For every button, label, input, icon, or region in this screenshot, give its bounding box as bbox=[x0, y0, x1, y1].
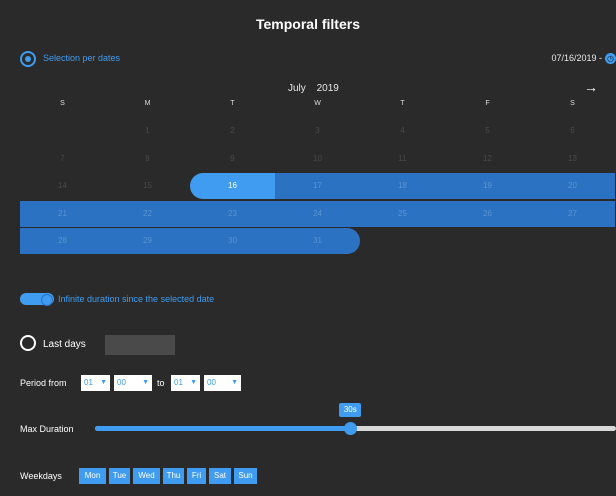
weekday-button[interactable]: Wed bbox=[133, 468, 160, 484]
caret-down-icon: ▼ bbox=[231, 379, 238, 386]
calendar-day[interactable]: 4 bbox=[360, 118, 445, 144]
calendar-day[interactable]: 25 bbox=[360, 200, 445, 227]
weekday-button[interactable]: Sun bbox=[234, 468, 257, 484]
calendar-day[interactable]: 2 bbox=[190, 118, 275, 144]
weekday-header: W bbox=[314, 100, 321, 107]
calendar-month: July bbox=[288, 83, 306, 94]
last-days-radio[interactable] bbox=[20, 335, 36, 351]
selected-date-range: 07/16/2019 - bbox=[551, 53, 602, 63]
last-days-input[interactable] bbox=[105, 335, 175, 355]
weekday-header: S bbox=[570, 100, 575, 107]
calendar-day[interactable]: 23 bbox=[190, 200, 275, 227]
page-title: Temporal filters bbox=[256, 16, 360, 32]
calendar-day[interactable]: 15 bbox=[105, 173, 190, 199]
caret-down-icon: ▼ bbox=[190, 379, 197, 386]
selection-per-dates-radio[interactable] bbox=[20, 51, 36, 67]
calendar-day[interactable]: 13 bbox=[530, 146, 615, 172]
calendar-day[interactable]: 11 bbox=[360, 146, 445, 172]
period-to-label: to bbox=[157, 378, 165, 388]
to-minute-select[interactable]: 00 ▼ bbox=[204, 375, 241, 391]
caret-down-icon: ▼ bbox=[142, 379, 149, 386]
selection-per-dates-row: Selection per dates 07/16/2019 - ◷ bbox=[20, 51, 616, 67]
from-minute-value: 00 bbox=[117, 378, 126, 387]
calendar-day[interactable]: 22 bbox=[105, 200, 190, 227]
calendar-day[interactable]: 20 bbox=[530, 173, 615, 199]
caret-down-icon: ▼ bbox=[100, 379, 107, 386]
weekday-button[interactable]: Tue bbox=[109, 468, 130, 484]
arrow-right-icon[interactable]: → bbox=[584, 79, 598, 95]
calendar-day[interactable]: 8 bbox=[105, 146, 190, 172]
calendar-day[interactable]: 12 bbox=[445, 146, 530, 172]
slider-fill bbox=[95, 426, 351, 431]
to-minute-value: 00 bbox=[207, 378, 216, 387]
weekday-header: M bbox=[144, 100, 151, 107]
weekday-button[interactable]: Thu bbox=[163, 468, 184, 484]
calendar-day[interactable]: 21 bbox=[20, 200, 105, 227]
weekday-button[interactable]: Fri bbox=[187, 468, 206, 484]
calendar-day[interactable]: 24 bbox=[275, 200, 360, 227]
weekday-header: S bbox=[60, 100, 65, 107]
calendar-day[interactable]: 10 bbox=[275, 146, 360, 172]
calendar-day[interactable]: 17 bbox=[275, 173, 360, 199]
last-days-label: Last days bbox=[43, 339, 86, 350]
weekday-button[interactable]: Sat bbox=[209, 468, 231, 484]
from-hour-select[interactable]: 01 ▼ bbox=[81, 375, 110, 391]
calendar-day[interactable]: 9 bbox=[190, 146, 275, 172]
calendar-day[interactable]: 3 bbox=[275, 118, 360, 144]
calendar-day[interactable]: 28 bbox=[20, 228, 105, 254]
calendar-day[interactable]: 26 bbox=[445, 200, 530, 227]
calendar-day[interactable]: 14 bbox=[20, 173, 105, 199]
calendar-day[interactable]: 29 bbox=[105, 228, 190, 254]
calendar-day[interactable]: 6 bbox=[530, 118, 615, 144]
calendar-year: 2019 bbox=[316, 83, 339, 94]
slider-thumb[interactable] bbox=[344, 422, 358, 435]
slider-tooltip: 30s bbox=[339, 403, 362, 417]
weekday-header: F bbox=[485, 100, 490, 107]
weekdays-label: Weekdays bbox=[20, 471, 62, 481]
from-hour-value: 01 bbox=[84, 378, 93, 387]
clock-icon[interactable]: ◷ bbox=[605, 53, 616, 64]
calendar-day[interactable]: 1 bbox=[105, 118, 190, 144]
selection-per-dates-label: Selection per dates bbox=[43, 53, 121, 63]
max-duration-label: Max Duration bbox=[20, 424, 74, 434]
weekday-header: T bbox=[230, 100, 235, 107]
calendar-day[interactable]: 19 bbox=[445, 173, 530, 199]
calendar-day[interactable]: 7 bbox=[20, 146, 105, 172]
max-duration-row: Max Duration 30s bbox=[20, 403, 616, 435]
calendar-day[interactable]: 31 bbox=[275, 228, 360, 254]
to-hour-value: 01 bbox=[174, 378, 183, 387]
calendar-day[interactable]: 16 bbox=[190, 173, 275, 199]
weekday-button[interactable]: Mon bbox=[79, 468, 106, 484]
calendar-day[interactable]: 5 bbox=[445, 118, 530, 144]
calendar-month-header: July 2019 bbox=[288, 83, 339, 94]
to-hour-select[interactable]: 01 ▼ bbox=[171, 375, 200, 391]
period-from-label: Period from bbox=[20, 378, 67, 388]
infinite-duration-label: Infinite duration since the selected dat… bbox=[58, 294, 215, 304]
calendar-day[interactable]: 27 bbox=[530, 200, 615, 227]
weekday-header: T bbox=[400, 100, 405, 107]
infinite-duration-toggle[interactable] bbox=[20, 293, 54, 306]
from-minute-select[interactable]: 00 ▼ bbox=[114, 375, 152, 391]
calendar-day[interactable]: 30 bbox=[190, 228, 275, 254]
calendar-day[interactable]: 18 bbox=[360, 173, 445, 199]
